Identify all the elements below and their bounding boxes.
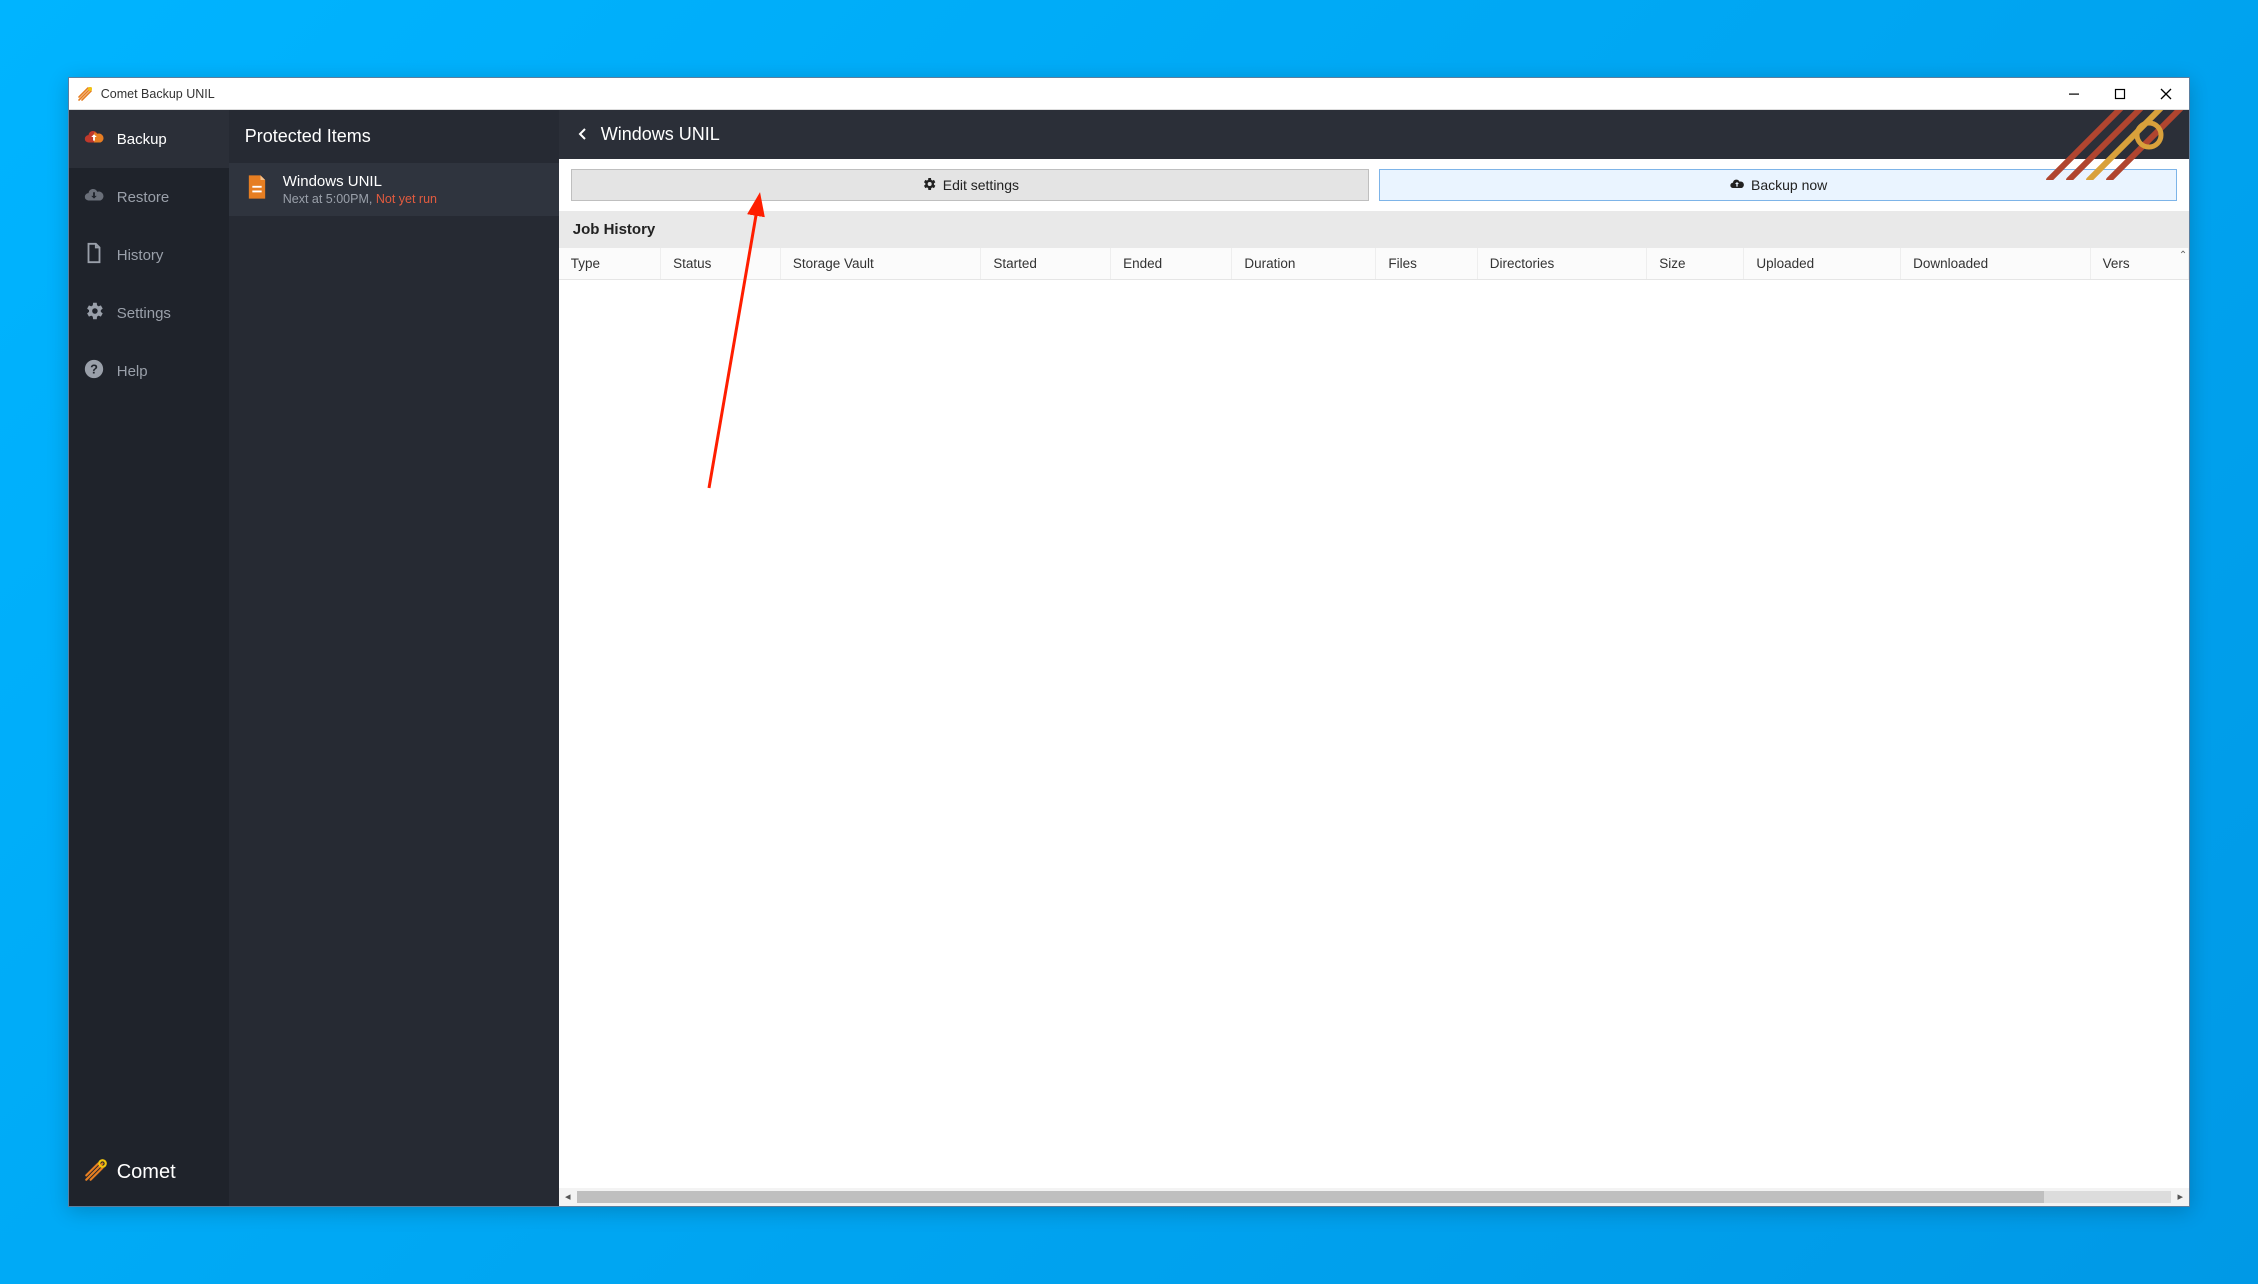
schedule-text: Next at 5:00PM, (283, 192, 376, 206)
sidebar-item-restore[interactable]: Restore (69, 168, 229, 226)
close-button[interactable] (2143, 78, 2189, 110)
sidebar: Backup Restore History Settings (69, 110, 229, 1206)
sidebar-item-history[interactable]: History (69, 226, 229, 284)
gear-icon (83, 300, 105, 326)
help-icon: ? (83, 358, 105, 384)
col-size[interactable]: Size (1647, 248, 1744, 280)
job-history-title: Job History (559, 211, 2190, 248)
window-controls (2051, 78, 2189, 110)
document-icon (83, 242, 105, 268)
sidebar-label: Backup (117, 131, 167, 148)
cloud-download-icon (83, 184, 105, 210)
main-panel: Windows UNIL Edit settings (559, 110, 2190, 1206)
job-history-table-wrap: ⌃ Type Status Storage Vault Started Ende… (559, 248, 2190, 1188)
sidebar-label: Help (117, 363, 148, 380)
col-ended[interactable]: Ended (1111, 248, 1232, 280)
col-started[interactable]: Started (981, 248, 1111, 280)
protected-item-title: Windows UNIL (283, 173, 437, 190)
breadcrumb-title: Windows UNIL (601, 124, 720, 145)
backup-now-button[interactable]: Backup now (1379, 169, 2177, 201)
col-files[interactable]: Files (1376, 248, 1477, 280)
col-duration[interactable]: Duration (1232, 248, 1376, 280)
main-header: Windows UNIL (559, 110, 2190, 159)
scroll-track[interactable] (577, 1191, 2172, 1203)
protected-items-header: Protected Items (229, 110, 559, 163)
col-downloaded[interactable]: Downloaded (1901, 248, 2091, 280)
brand-footer: Comet (69, 1139, 229, 1206)
sidebar-item-settings[interactable]: Settings (69, 284, 229, 342)
col-directories[interactable]: Directories (1477, 248, 1647, 280)
edit-settings-button[interactable]: Edit settings (571, 169, 1369, 201)
protected-item-text: Windows UNIL Next at 5:00PM, Not yet run (283, 173, 437, 206)
job-history-table: Type Status Storage Vault Started Ended … (559, 248, 2190, 280)
button-label: Edit settings (943, 177, 1019, 193)
horizontal-scrollbar[interactable]: ◂ ▸ (559, 1188, 2190, 1206)
svg-text:?: ? (90, 362, 98, 377)
cloud-upload-icon (1729, 176, 1745, 195)
action-buttons: Edit settings Backup now (559, 159, 2190, 211)
back-button[interactable] (577, 124, 589, 145)
table-header: Type Status Storage Vault Started Ended … (559, 248, 2189, 280)
scroll-thumb[interactable] (577, 1191, 2044, 1203)
brand-name: Comet (117, 1161, 176, 1184)
protected-items-panel: Protected Items Windows UNIL Next at 5:0… (229, 110, 559, 1206)
sidebar-label: Restore (117, 189, 170, 206)
status-text: Not yet run (376, 192, 437, 206)
col-type[interactable]: Type (559, 248, 661, 280)
minimize-button[interactable] (2051, 78, 2097, 110)
sidebar-item-help[interactable]: ? Help (69, 342, 229, 400)
maximize-button[interactable] (2097, 78, 2143, 110)
file-icon (243, 173, 271, 206)
button-label: Backup now (1751, 177, 1827, 193)
titlebar: Comet Backup UNIL (69, 78, 2190, 110)
scroll-right-button[interactable]: ▸ (2171, 1188, 2189, 1206)
scroll-left-button[interactable]: ◂ (559, 1188, 577, 1206)
protected-item-row[interactable]: Windows UNIL Next at 5:00PM, Not yet run (229, 163, 559, 216)
protected-item-subtitle: Next at 5:00PM, Not yet run (283, 192, 437, 206)
scroll-up-indicator: ⌃ (2179, 250, 2187, 261)
app-icon (77, 86, 93, 102)
cloud-upload-icon (83, 126, 105, 152)
col-version[interactable]: Vers (2090, 248, 2189, 280)
app-window: Comet Backup UNIL Backup Restore (68, 77, 2191, 1207)
window-title: Comet Backup UNIL (101, 87, 215, 101)
col-uploaded[interactable]: Uploaded (1744, 248, 1901, 280)
sidebar-label: Settings (117, 305, 171, 322)
col-status[interactable]: Status (661, 248, 781, 280)
col-storage-vault[interactable]: Storage Vault (780, 248, 980, 280)
comet-logo-icon (83, 1157, 109, 1188)
sidebar-item-backup[interactable]: Backup (69, 110, 229, 168)
gear-icon (921, 176, 937, 195)
sidebar-label: History (117, 247, 164, 264)
